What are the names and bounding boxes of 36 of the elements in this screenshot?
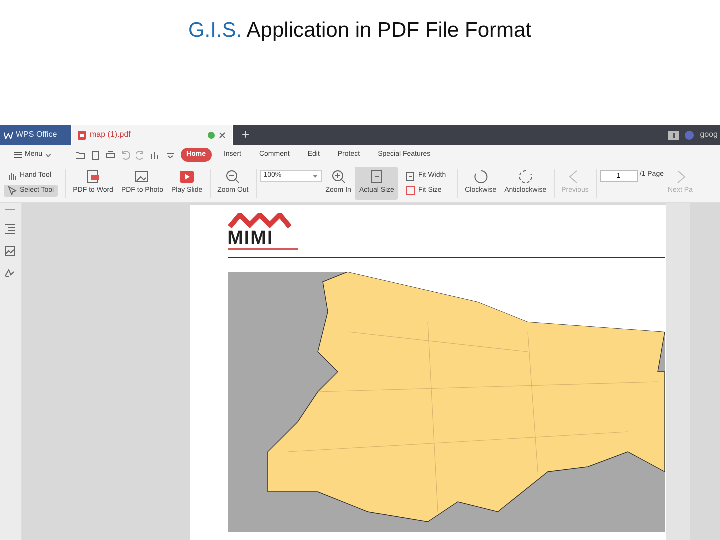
page-icon[interactable] bbox=[90, 150, 100, 160]
logo-tagline-drawing bbox=[228, 248, 298, 251]
pdf-to-word-icon bbox=[85, 170, 102, 184]
account-name[interactable]: goog bbox=[700, 129, 718, 141]
fit-width-icon bbox=[406, 172, 416, 181]
zoom-in-icon bbox=[330, 170, 347, 184]
logo-text: MIMI bbox=[228, 229, 274, 248]
scrollbar-track[interactable] bbox=[666, 203, 690, 540]
actual-size-icon bbox=[368, 170, 385, 184]
slide-title: G.I.S. Application in PDF File Format bbox=[187, 18, 533, 44]
dropdown-icon[interactable] bbox=[166, 150, 175, 160]
image-icon[interactable] bbox=[5, 246, 16, 256]
wps-logo-icon bbox=[4, 132, 13, 138]
outline-icon[interactable] bbox=[5, 224, 16, 234]
menu-icon bbox=[14, 152, 22, 158]
logo-mark-icon bbox=[228, 213, 292, 229]
document-tab[interactable]: map (1).pdf bbox=[72, 125, 232, 145]
close-icon[interactable] bbox=[219, 132, 226, 138]
caret-icon bbox=[46, 154, 51, 156]
zoom-out-icon bbox=[225, 170, 242, 184]
print-icon[interactable] bbox=[106, 150, 115, 160]
signature-icon[interactable] bbox=[5, 268, 16, 278]
sync-status-icon bbox=[208, 132, 215, 138]
fit-size-icon bbox=[406, 186, 416, 196]
rotate-anticlockwise-icon bbox=[518, 170, 534, 184]
open-folder-icon[interactable] bbox=[76, 150, 85, 160]
pdf-file-icon bbox=[78, 130, 86, 140]
rotate-clockwise-icon bbox=[472, 170, 489, 184]
play-icon bbox=[179, 170, 196, 184]
new-tab-button[interactable]: + bbox=[232, 125, 260, 145]
pointer-icon bbox=[8, 186, 17, 196]
picture-icon bbox=[134, 170, 150, 184]
window-mode-icon[interactable] bbox=[668, 130, 680, 140]
caret-icon bbox=[312, 174, 318, 178]
drag-handle-icon[interactable] bbox=[5, 209, 16, 212]
app-tab[interactable]: WPS Office bbox=[0, 125, 72, 145]
